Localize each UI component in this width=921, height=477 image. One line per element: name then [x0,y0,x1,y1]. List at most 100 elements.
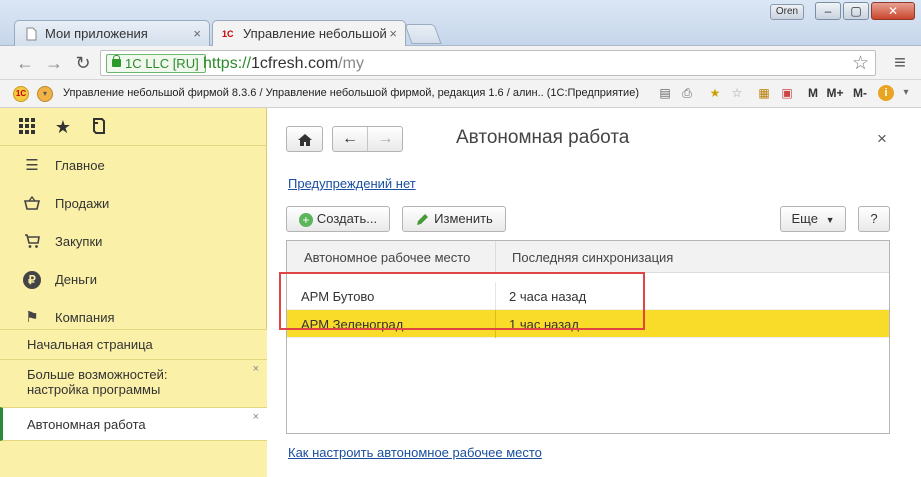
save-icon[interactable]: ▤ [657,85,673,101]
chevron-down-icon[interactable]: ▾ [898,85,914,101]
flag-icon: ⚑ [25,309,39,326]
browser-titlebar: Мои приложения × 1C Управление небольшой… [0,0,921,46]
cart-icon [23,233,41,251]
sections-menu: ☰ Главное Продажи Закупки ₽ Деньги ⚑ Ком… [0,146,267,329]
main-form: ← → Автономная работа × Предупреждений н… [268,108,921,477]
open-window-label: Автономная работа [27,417,146,432]
tab-close-icon[interactable]: × [193,21,201,46]
edit-button[interactable]: Изменить [402,206,506,232]
cell-place: АРМ Зеленоград [301,317,404,332]
more-dropdown-button[interactable]: Еще ▼ [780,206,846,232]
history-glyph [93,118,105,134]
memory-m-icon[interactable]: M [805,85,821,101]
list-icon: ☰ [25,157,39,174]
tab-close-icon[interactable]: × [389,21,397,46]
basket-glyph [23,195,41,210]
sidebar-item-company[interactable]: ⚑ Компания [0,298,267,329]
forward-arrow-icon[interactable]: → [43,52,65,74]
open-window-home[interactable]: Начальная страница [0,329,267,359]
profile-button[interactable]: Oren [770,4,804,20]
create-label: Создать... [316,211,378,226]
table-row-selected[interactable]: АРМ Зеленоград 1 час назад [287,310,889,338]
forward-button[interactable]: → [368,127,403,151]
page-title: Автономная работа [456,127,630,148]
table-row[interactable]: АРМ Бутово 2 часа назад [287,282,889,310]
calculator-icon[interactable]: ▦ [756,85,772,101]
calendar-icon[interactable]: ▣ [779,85,795,101]
memory-plus-icon[interactable]: M+ [825,85,845,101]
1c-logo-icon[interactable]: 1C [13,86,29,102]
nav-buttons: ← → [332,126,403,152]
tab-management[interactable]: 1C Управление небольшой × [212,20,406,46]
column-divider [495,310,496,338]
help-button[interactable]: ? [858,206,890,232]
column-divider [495,282,496,310]
print-icon[interactable]: ⎙ [679,85,695,101]
minimize-button[interactable]: ‒ [815,2,841,20]
info-icon[interactable]: i [878,85,894,101]
sidebar-item-sales[interactable]: Продажи [0,184,267,222]
maximize-button[interactable]: ▢ [843,2,869,20]
column-header-sync[interactable]: Последняя синхронизация [512,250,673,265]
form-close-icon[interactable]: × [877,129,887,149]
close-window-button[interactable]: ✕ [871,2,915,20]
memory-minus-icon[interactable]: M- [850,85,870,101]
open-window-offline-work[interactable]: Автономная работа × [0,407,267,441]
1c-favicon-icon: 1C [222,29,234,39]
star-icon[interactable]: ★ [53,117,73,137]
sidebar-toolbar: ★ [0,108,267,146]
browser-menu-icon[interactable]: ≡ [889,52,911,74]
open-window-more-features[interactable]: Больше возможностей: настройка программы… [0,359,267,407]
security-label: 1C LLC [RU] [125,56,199,71]
open-windows-panel: Начальная страница Больше возможностей: … [0,329,267,477]
open-window-label: Больше возможностей: настройка программы [27,367,168,397]
ruble-icon: ₽ [23,271,41,289]
tab-label: Управление небольшой [243,26,387,41]
sidebar-item-money[interactable]: ₽ Деньги [0,260,267,298]
sidebar-item-label: Продажи [55,196,110,211]
pencil-icon [417,213,429,225]
url-text[interactable]: https://1cfresh.com/my [203,54,364,74]
favorites-add-icon[interactable]: ★ [707,85,723,101]
back-button[interactable]: ← [333,127,368,151]
column-divider [495,241,496,273]
column-header-place[interactable]: Автономное рабочее место [304,250,470,265]
cell-sync: 2 часа назад [509,289,587,304]
tab-my-apps[interactable]: Мои приложения × [14,20,210,46]
cell-place: АРМ Бутово [301,289,375,304]
apps-grid-icon[interactable] [17,117,37,137]
security-badge[interactable]: 1C LLC [RU] [106,54,206,73]
url-host: 1cfresh.com [251,55,339,72]
open-window-label: Начальная страница [27,337,153,352]
bookmark-star-icon[interactable]: ☆ [852,52,869,75]
close-icon[interactable]: × [253,411,259,423]
more-label: Еще [791,211,818,226]
reload-icon[interactable]: ↻ [72,52,94,74]
sidebar-item-main[interactable]: ☰ Главное [0,146,267,184]
table-header: Автономное рабочее место Последняя синхр… [287,241,889,273]
app-bar: 1C ▾ Управление небольшой фирмой 8.3.6 /… [0,80,921,108]
cell-sync: 1 час назад [509,317,579,332]
new-tab-button[interactable] [404,24,442,44]
home-button[interactable] [286,126,323,152]
tab-label: Мои приложения [45,26,148,41]
create-button[interactable]: + Создать... [286,206,390,232]
sidebar-item-label: Компания [55,310,115,325]
sidebar-item-label: Деньги [55,272,97,287]
url-scheme: https:// [203,55,252,72]
favorites-icon[interactable]: ☆ [729,85,745,101]
back-arrow-icon[interactable]: ← [14,52,36,74]
page-icon [26,27,37,41]
history-icon[interactable] [89,117,109,137]
app-title: Управление небольшой фирмой 8.3.6 / Упра… [63,87,639,99]
home-icon [297,133,312,146]
setup-help-link[interactable]: Как настроить автономное рабочее место [288,445,542,460]
chevron-down-icon: ▼ [825,215,835,225]
sidebar: ★ ☰ Главное Продажи Закупки ₽ Деньги ⚑ К… [0,108,267,477]
sidebar-item-purchases[interactable]: Закупки [0,222,267,260]
close-icon[interactable]: × [253,363,259,375]
address-bar[interactable]: 1C LLC [RU] https://1cfresh.com/my ☆ [100,50,876,76]
warnings-link[interactable]: Предупреждений нет [288,176,416,191]
sidebar-item-label: Главное [55,158,105,173]
main-menu-dropdown-icon[interactable]: ▾ [37,86,53,102]
